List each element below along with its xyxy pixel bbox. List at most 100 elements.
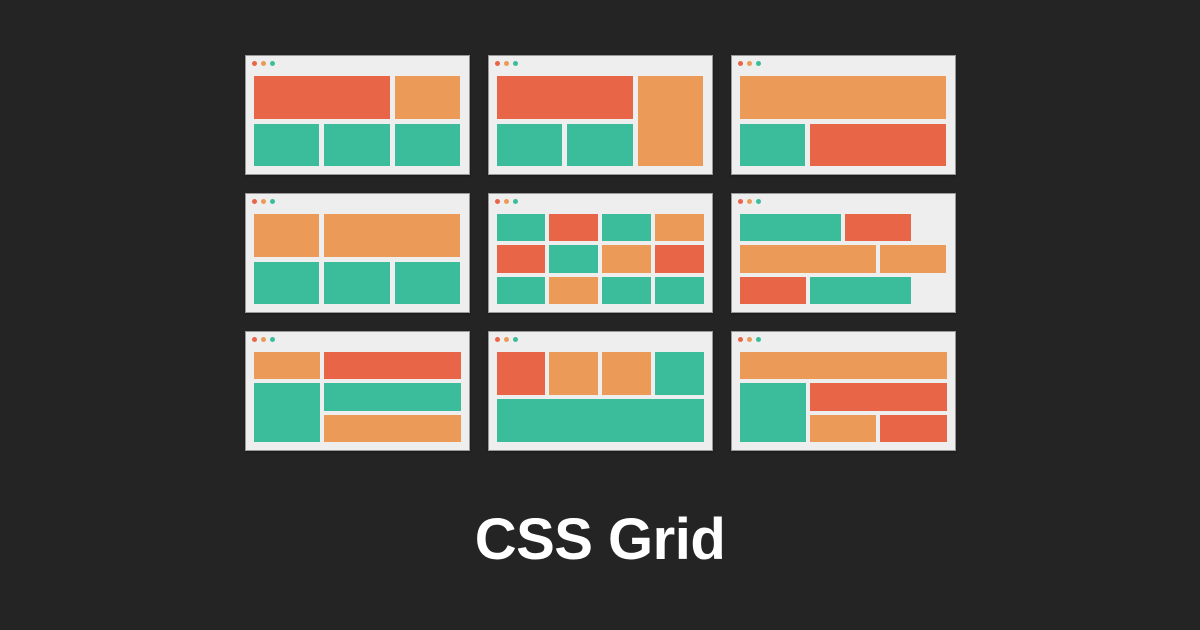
traffic-light-zoom-icon xyxy=(270,337,275,342)
grid-cell xyxy=(602,352,651,395)
traffic-light-minimize-icon xyxy=(504,199,509,204)
grid-cell xyxy=(845,214,911,241)
grid-cell xyxy=(497,76,633,119)
grid-cell xyxy=(324,214,460,257)
layout-window-6 xyxy=(731,193,956,313)
traffic-light-minimize-icon xyxy=(504,61,509,66)
layout-window-4 xyxy=(245,193,470,313)
traffic-light-minimize-icon xyxy=(747,199,752,204)
grid-cell xyxy=(497,245,546,272)
traffic-light-zoom-icon xyxy=(513,199,518,204)
grid-cell xyxy=(740,277,806,304)
grid-cell xyxy=(497,124,563,167)
layout-window-9 xyxy=(731,331,956,451)
window-titlebar xyxy=(489,194,712,208)
window-titlebar xyxy=(489,56,712,70)
layout-body xyxy=(246,208,469,312)
grid-cell xyxy=(254,76,390,119)
layout-body xyxy=(732,346,955,450)
layout-body xyxy=(246,70,469,174)
grid-cell xyxy=(638,76,704,166)
grid-cell xyxy=(254,214,320,257)
grid-cell xyxy=(655,277,704,304)
traffic-light-close-icon xyxy=(252,337,257,342)
grid-cell xyxy=(810,383,947,410)
traffic-light-close-icon xyxy=(495,61,500,66)
grid-cell xyxy=(395,262,461,305)
grid-cell xyxy=(324,383,461,410)
grid-cell xyxy=(740,214,841,241)
traffic-light-minimize-icon xyxy=(504,337,509,342)
layout-body xyxy=(732,208,955,312)
layout-examples-grid xyxy=(245,55,956,451)
window-titlebar xyxy=(732,194,955,208)
grid-cell xyxy=(810,277,912,304)
layout-window-5 xyxy=(488,193,713,313)
traffic-light-close-icon xyxy=(495,199,500,204)
grid-cell xyxy=(602,277,651,304)
grid-cell xyxy=(567,124,633,167)
layout-body xyxy=(489,208,712,312)
grid-cell xyxy=(740,76,947,119)
grid-cell xyxy=(324,415,461,442)
traffic-light-minimize-icon xyxy=(261,61,266,66)
traffic-light-close-icon xyxy=(495,337,500,342)
layout-body xyxy=(489,70,712,174)
grid-cell xyxy=(810,124,946,167)
window-titlebar xyxy=(246,56,469,70)
grid-cell xyxy=(740,124,806,167)
page-title: CSS Grid xyxy=(475,506,726,573)
traffic-light-close-icon xyxy=(252,199,257,204)
grid-cell xyxy=(254,262,320,305)
traffic-light-close-icon xyxy=(738,199,743,204)
grid-cell xyxy=(655,352,704,395)
grid-cell xyxy=(740,352,947,379)
grid-cell xyxy=(497,277,546,304)
traffic-light-zoom-icon xyxy=(513,61,518,66)
traffic-light-zoom-icon xyxy=(756,61,761,66)
grid-cell xyxy=(549,352,598,395)
traffic-light-minimize-icon xyxy=(747,337,752,342)
layout-window-2 xyxy=(488,55,713,175)
grid-cell xyxy=(655,214,704,241)
grid-cell xyxy=(549,245,598,272)
grid-cell xyxy=(395,124,461,167)
grid-cell xyxy=(880,245,946,272)
layout-body xyxy=(732,70,955,174)
grid-cell xyxy=(549,277,598,304)
window-titlebar xyxy=(732,56,955,70)
traffic-light-close-icon xyxy=(738,337,743,342)
traffic-light-close-icon xyxy=(252,61,257,66)
traffic-light-zoom-icon xyxy=(756,199,761,204)
grid-cell xyxy=(497,352,546,395)
traffic-light-zoom-icon xyxy=(513,337,518,342)
traffic-light-zoom-icon xyxy=(270,199,275,204)
traffic-light-minimize-icon xyxy=(747,61,752,66)
grid-cell xyxy=(880,415,946,442)
grid-cell xyxy=(254,124,320,167)
traffic-light-zoom-icon xyxy=(756,337,761,342)
traffic-light-close-icon xyxy=(738,61,743,66)
grid-cell xyxy=(810,415,876,442)
grid-cell xyxy=(395,76,461,119)
window-titlebar xyxy=(246,332,469,346)
window-titlebar xyxy=(489,332,712,346)
traffic-light-minimize-icon xyxy=(261,199,266,204)
traffic-light-minimize-icon xyxy=(261,337,266,342)
grid-cell xyxy=(740,383,806,442)
grid-cell xyxy=(254,352,320,379)
grid-cell xyxy=(497,214,546,241)
window-titlebar xyxy=(246,194,469,208)
traffic-light-zoom-icon xyxy=(270,61,275,66)
layout-window-8 xyxy=(488,331,713,451)
grid-cell xyxy=(549,214,598,241)
layout-window-1 xyxy=(245,55,470,175)
layout-window-7 xyxy=(245,331,470,451)
layout-body xyxy=(246,346,469,450)
grid-cell xyxy=(324,124,390,167)
grid-cell xyxy=(497,399,704,442)
grid-cell xyxy=(655,245,704,272)
window-titlebar xyxy=(732,332,955,346)
grid-cell xyxy=(254,383,320,442)
grid-cell xyxy=(602,214,651,241)
